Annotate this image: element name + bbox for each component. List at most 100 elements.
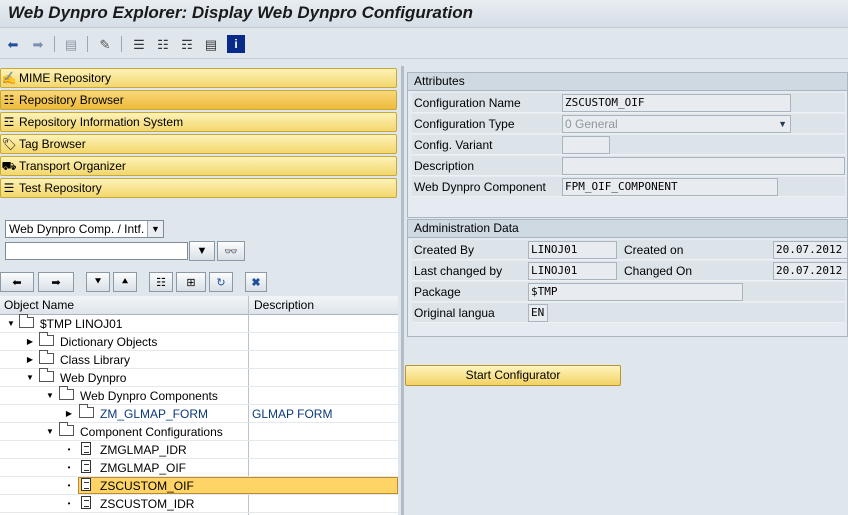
column-description[interactable]: Description <box>254 298 314 312</box>
original-language-field[interactable]: EN <box>528 304 548 322</box>
field-label: Configuration Type <box>414 117 515 131</box>
expand-icon[interactable]: ▶ <box>25 336 35 347</box>
folder-icon <box>39 332 55 348</box>
field-label: Original langua <box>414 306 495 320</box>
expand-icon[interactable]: ▶ <box>25 354 35 365</box>
other-object-icon[interactable]: ▤ <box>62 35 80 53</box>
display-object-list-icon[interactable]: ▤ <box>202 35 220 53</box>
tree-row[interactable]: ▶ ZM_GLMAP_FORM GLMAP FORM <box>0 404 398 423</box>
column-object-name[interactable]: Object Name <box>4 298 74 312</box>
field-label: Description <box>414 159 475 173</box>
nav-repository-browser[interactable]: ☷ Repository Browser <box>0 90 397 110</box>
package-field[interactable]: $TMP <box>528 283 743 301</box>
attributes-group: Attributes Configuration Name ZSCUSTOM_O… <box>407 72 848 218</box>
information-icon[interactable]: i <box>227 35 245 53</box>
field-row: Web Dynpro Component FPM_OIF_COMPONENT <box>412 177 845 197</box>
nav-repository-information-system[interactable]: ☲ Repository Information System <box>0 112 397 132</box>
administration-group: Administration Data Created By LINOJ01 C… <box>407 219 848 337</box>
document-icon <box>81 496 97 510</box>
forward-arrow-icon[interactable]: ➡ <box>29 35 47 53</box>
object-name-input[interactable] <box>5 242 188 260</box>
hierarchy-icon[interactable]: ☰ <box>130 35 148 53</box>
field-row: Last changed by LINOJ01 Changed On 20.07… <box>412 261 848 281</box>
created-by-field[interactable]: LINOJ01 <box>528 241 617 259</box>
document-icon <box>81 460 97 474</box>
nav-tag-browser[interactable]: 🏷 Tag Browser <box>0 134 397 154</box>
collapse-icon[interactable]: ▼ <box>25 372 35 383</box>
tree-row[interactable]: ▼ Component Configurations <box>0 422 398 441</box>
tree-row-selected[interactable]: • ZSCUSTOM_OIF <box>0 477 398 495</box>
nav-test-repository[interactable]: ☰ Test Repository <box>0 178 397 198</box>
web-dynpro-component-field[interactable]: FPM_OIF_COMPONENT <box>562 178 778 196</box>
configuration-type-dropdown[interactable]: 0 General ▼ <box>562 115 791 133</box>
nav-label: Test Repository <box>19 181 102 195</box>
tree-row[interactable]: • ZMGLMAP_IDR <box>0 441 398 459</box>
changed-on-field[interactable]: 20.07.2012 <box>773 262 848 280</box>
glasses-icon: 👓 <box>224 245 238 258</box>
chevron-down-icon: ▼ <box>196 245 208 257</box>
nav-label: Transport Organizer <box>19 159 126 173</box>
object-type-dropdown[interactable]: Web Dynpro Comp. / Intf. ▼ <box>5 220 164 238</box>
window-title: Web Dynpro Explorer: Display Web Dynpro … <box>8 3 474 22</box>
refresh-button[interactable]: ↻ <box>209 272 233 292</box>
tree-row-label: Dictionary Objects <box>60 335 158 349</box>
nav-mime-repository[interactable]: ✍ MIME Repository <box>0 68 397 88</box>
where-used-icon[interactable]: ☶ <box>178 35 196 53</box>
back-arrow-icon[interactable]: ⬅ <box>4 35 22 53</box>
toolbar-separator <box>121 36 122 52</box>
object-tree: Object Name Description ▼ $TMP LINOJ01 ▶… <box>0 296 398 515</box>
expand-icon[interactable]: ▶ <box>64 408 74 419</box>
tree-row[interactable]: ▶ Class Library <box>0 350 398 369</box>
config-variant-field[interactable] <box>562 136 610 154</box>
back-button[interactable]: ⬅ <box>0 272 34 292</box>
folder-open-icon <box>59 386 75 402</box>
tree-row-label: ZMGLMAP_OIF <box>100 461 187 475</box>
hierarchy-button[interactable]: ☷ <box>149 272 173 292</box>
object-type-value: Web Dynpro Comp. / Intf. <box>9 222 145 236</box>
hierarchy-icon: ☷ <box>156 276 166 289</box>
display-change-icon[interactable]: ✎ <box>96 35 114 53</box>
field-row: Description <box>412 156 845 176</box>
truck-icon: ⛟ <box>1 159 17 173</box>
tree-structure-icon[interactable]: ☷ <box>154 35 172 53</box>
tree-row[interactable]: ▼ Web Dynpro Components <box>0 386 398 405</box>
folder-open-icon <box>39 368 55 384</box>
nav-transport-organizer[interactable]: ⛟ Transport Organizer <box>0 156 397 176</box>
collapse-icon[interactable]: ▼ <box>45 426 55 437</box>
tree-row[interactable]: ▼ Web Dynpro <box>0 368 398 387</box>
collapse-all-button[interactable]: ⯅ <box>113 272 137 292</box>
nav-label: Tag Browser <box>19 137 86 151</box>
tree-row-label: $TMP LINOJ01 <box>40 317 123 331</box>
chevron-down-icon[interactable]: ▼ <box>147 221 163 237</box>
document-icon <box>81 478 97 492</box>
display-button[interactable]: 👓 <box>217 241 245 261</box>
forward-button[interactable]: ➡ <box>38 272 74 292</box>
chevron-down-icon[interactable]: ▼ <box>778 116 787 132</box>
tree-row-label: Web Dynpro <box>60 371 127 385</box>
object-name-dropdown-button[interactable]: ▼ <box>189 241 215 261</box>
tree-row[interactable]: ▶ Dictionary Objects <box>0 332 398 351</box>
settings-button[interactable]: ⊞ <box>176 272 206 292</box>
folder-open-icon <box>59 422 75 438</box>
detail-pane: Attributes Configuration Name ZSCUSTOM_O… <box>404 66 848 515</box>
field-label: Last changed by <box>414 264 503 278</box>
folder-icon <box>79 404 95 420</box>
collapse-icon[interactable]: ▼ <box>45 390 55 401</box>
description-field[interactable] <box>562 157 845 175</box>
field-row: Created By LINOJ01 Created on 20.07.2012 <box>412 240 848 260</box>
close-button[interactable]: ✖ <box>245 272 267 292</box>
start-configurator-button[interactable]: Start Configurator <box>405 365 621 386</box>
configuration-name-field[interactable]: ZSCUSTOM_OIF <box>562 94 791 112</box>
created-on-field[interactable]: 20.07.2012 <box>773 241 848 259</box>
field-label: Config. Variant <box>414 138 493 152</box>
administration-title: Administration Data <box>408 220 847 238</box>
tree-row[interactable]: • ZMGLMAP_OIF <box>0 459 398 477</box>
changed-by-field[interactable]: LINOJ01 <box>528 262 617 280</box>
collapse-icon[interactable]: ▼ <box>6 318 16 329</box>
configuration-type-value: 0 General <box>565 117 618 131</box>
tree-row[interactable]: • ZSCUSTOM_IDR <box>0 495 398 513</box>
leaf-bullet-icon: • <box>67 481 71 490</box>
tag-icon: 🏷 <box>1 137 17 151</box>
tree-row[interactable]: ▼ $TMP LINOJ01 <box>0 314 398 333</box>
expand-all-button[interactable]: ⯆ <box>86 272 110 292</box>
